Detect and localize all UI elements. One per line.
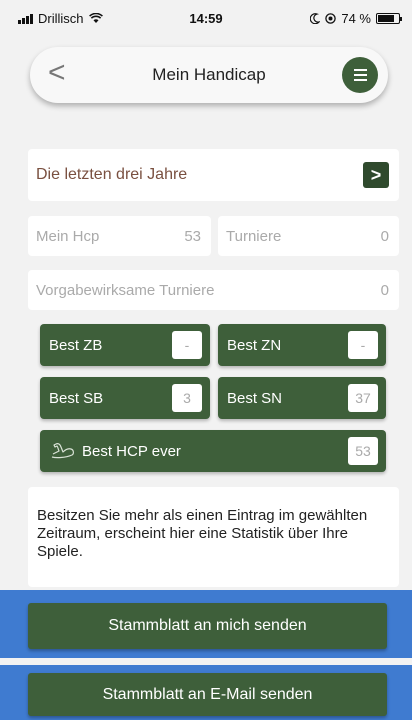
stat-value: 0	[380, 228, 389, 245]
tile-value: -	[172, 331, 202, 359]
stat-label: Turniere	[226, 228, 282, 245]
tile-label: Best HCP ever	[82, 443, 181, 460]
best-zb-tile: Best ZB -	[40, 324, 210, 366]
best-zn-tile: Best ZN -	[218, 324, 386, 366]
period-selector[interactable]: Die letzten drei Jahre >	[28, 149, 399, 201]
nav-bar: < Mein Handicap	[30, 47, 388, 103]
tile-label: Best SB	[49, 390, 104, 407]
tile-value: 3	[172, 384, 202, 412]
period-label: Die letzten drei Jahre	[36, 166, 188, 183]
stat-value: 53	[184, 228, 201, 245]
tile-label: Best ZN	[227, 337, 282, 354]
best-hcp-ever-tile: Best HCP ever 53	[40, 430, 386, 472]
send-to-me-button[interactable]: Stammblatt an mich senden	[28, 603, 387, 649]
battery-percent: 74 %	[341, 11, 371, 26]
chevron-right-icon[interactable]: >	[363, 162, 389, 188]
tile-value: -	[348, 331, 378, 359]
tile-value: 37	[348, 384, 378, 412]
moon-icon	[310, 13, 321, 24]
best-sn-tile: Best SN 37	[218, 377, 386, 419]
tile-label: Best SN	[227, 390, 283, 407]
location-icon	[325, 13, 337, 24]
send-me-highlight: Stammblatt an mich senden	[0, 590, 412, 658]
stat-label: Vorgabewirksame Turniere	[36, 282, 215, 299]
stat-mein-hcp: Mein Hcp 53	[28, 216, 211, 256]
status-right: 74 %	[310, 11, 402, 26]
page-title: Mein Handicap	[152, 65, 266, 84]
best-sb-tile: Best SB 3	[40, 377, 210, 419]
stat-value: 0	[380, 282, 389, 299]
stat-turniere: Turniere 0	[218, 216, 399, 256]
tile-label: Best ZB	[49, 337, 103, 354]
send-to-email-button[interactable]: Stammblatt an E-Mail senden	[28, 673, 387, 716]
flexed-arm-icon	[51, 443, 74, 459]
status-bar: Drillisch 14:59 74 %	[0, 0, 412, 36]
hamburger-menu-icon[interactable]	[342, 57, 378, 93]
battery-icon	[376, 13, 402, 24]
stat-label: Mein Hcp	[36, 228, 100, 245]
send-email-highlight: Stammblatt an E-Mail senden	[0, 665, 412, 720]
stat-vorgabewirksame-turniere: Vorgabewirksame Turniere 0	[28, 270, 399, 310]
tile-value: 53	[348, 437, 378, 465]
statistics-info: Besitzen Sie mehr als einen Eintrag im g…	[28, 487, 399, 587]
